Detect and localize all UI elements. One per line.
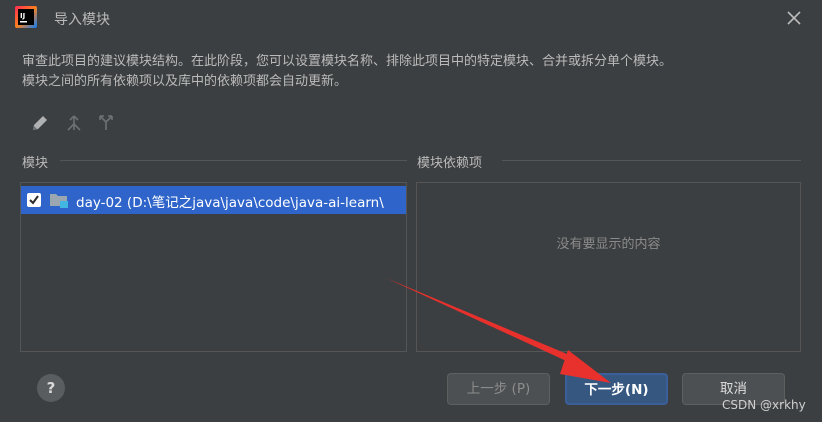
description-line-2: 模块之间的所有依赖项以及库中的依赖项都会自动更新。 — [22, 74, 348, 89]
empty-state-text: 没有要显示的内容 — [556, 237, 661, 252]
dependencies-list[interactable]: 没有要显示的内容 — [416, 182, 801, 352]
merge-icon[interactable] — [64, 113, 84, 133]
dialog-description: 审查此项目的建议模块结构。在此阶段，您可以设置模块名称、排除此项目中的特定模块、… — [22, 52, 802, 92]
module-checkbox[interactable] — [27, 193, 41, 207]
module-list-item[interactable]: day-02 (D:\笔记之java\java\code\java-ai-lea… — [21, 186, 406, 214]
pencil-icon[interactable] — [30, 113, 50, 133]
window-title: 导入模块 — [54, 12, 110, 28]
split-icon[interactable] — [96, 113, 116, 133]
module-name: day-02 (D:\笔记之java\java\code\java-ai-lea… — [76, 195, 384, 211]
watermark: CSDN @xrkhy — [722, 398, 806, 412]
modules-list[interactable]: day-02 (D:\笔记之java\java\code\java-ai-lea… — [20, 182, 407, 352]
intellij-logo-icon: IJ — [15, 6, 37, 28]
next-button[interactable]: 下一步(N) — [565, 373, 668, 405]
modules-section-label: 模块 — [22, 152, 57, 171]
help-button[interactable]: ? — [37, 374, 65, 402]
module-folder-icon — [50, 194, 68, 208]
title-bar: IJ 导入模块 — [0, 0, 822, 36]
dependencies-separator — [502, 160, 801, 161]
modules-separator — [60, 160, 407, 161]
close-icon[interactable] — [783, 7, 805, 29]
svg-text:IJ: IJ — [20, 12, 25, 20]
description-line-1: 审查此项目的建议模块结构。在此阶段，您可以设置模块名称、排除此项目中的特定模块、… — [22, 54, 673, 69]
dependencies-section-label: 模块依赖项 — [417, 152, 491, 171]
previous-button[interactable]: 上一步 (P) — [447, 373, 550, 405]
